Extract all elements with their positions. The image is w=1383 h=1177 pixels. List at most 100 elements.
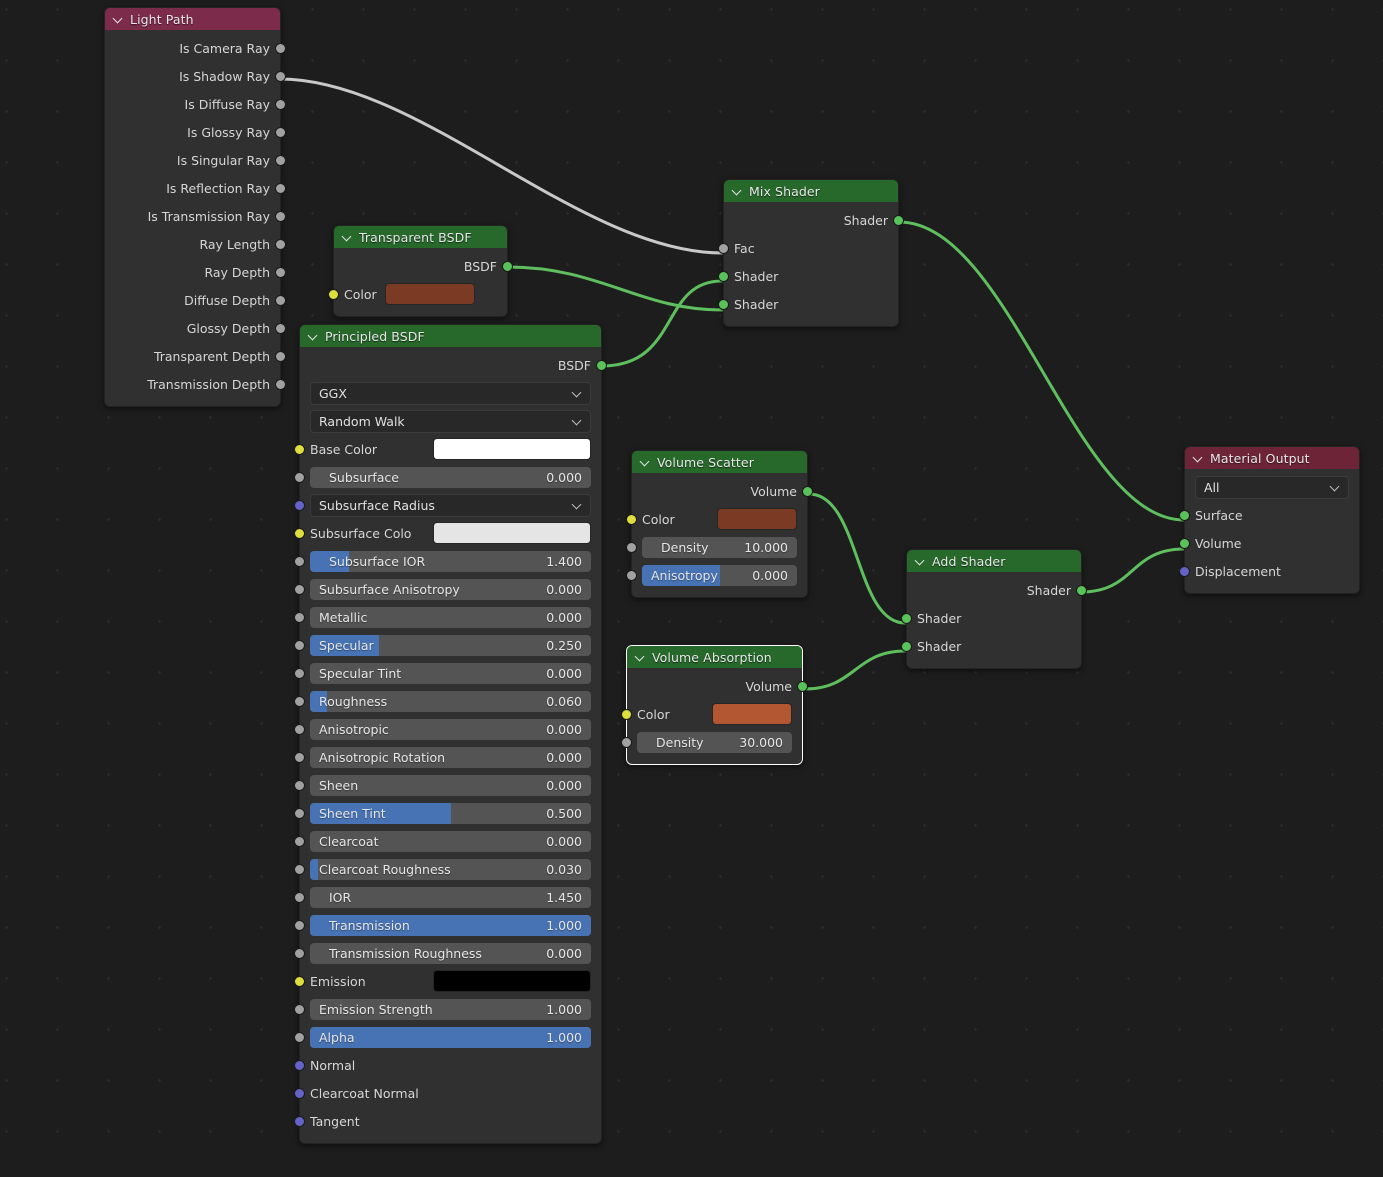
ggx-dropdown[interactable]: GGX (310, 381, 591, 405)
socket-input[interactable] (294, 583, 305, 595)
socket-bsdf-output[interactable] (502, 260, 513, 272)
node-transparent-bsdf[interactable]: Transparent BSDF BSDF Color (328, 225, 513, 317)
socket-input[interactable] (294, 611, 305, 623)
socket-input[interactable] (294, 667, 305, 679)
metallic-slider[interactable]: Metallic 0.000 (310, 606, 591, 628)
socket-input[interactable] (294, 639, 305, 651)
socket-input[interactable] (294, 723, 305, 735)
ior-slider[interactable]: IOR 1.450 (310, 886, 591, 908)
socket-input[interactable] (1179, 509, 1190, 521)
socket-input[interactable] (294, 499, 305, 511)
socket-input[interactable] (294, 1003, 305, 1015)
node-header-add-shader[interactable]: Add Shader (907, 550, 1081, 572)
chevron-down-icon[interactable] (308, 329, 320, 341)
socket-input[interactable] (294, 527, 305, 539)
socket-volume-output[interactable] (797, 680, 808, 692)
subsurface-slider[interactable]: Subsurface 0.000 (310, 466, 591, 488)
socket-density-input[interactable] (626, 541, 637, 553)
socket-output[interactable] (275, 266, 286, 278)
color-swatch[interactable] (717, 508, 797, 530)
anisotropy-slider[interactable]: Anisotropy 0.000 (642, 564, 797, 586)
density-slider[interactable]: Density 10.000 (642, 536, 797, 558)
node-header-principled-bsdf[interactable]: Principled BSDF (300, 325, 601, 347)
anisotropic-slider[interactable]: Anisotropic 0.000 (310, 718, 591, 740)
random-walk-dropdown[interactable]: Random Walk (310, 409, 591, 433)
node-material-output[interactable]: Material Output All Surface Volume Displac… (1179, 446, 1360, 594)
socket-output[interactable] (275, 378, 286, 390)
socket-input[interactable] (294, 835, 305, 847)
socket-output[interactable] (275, 42, 286, 54)
socket-input[interactable] (294, 891, 305, 903)
node-header-light-path[interactable]: Light Path (105, 8, 280, 30)
socket-input[interactable] (294, 1115, 305, 1127)
socket-input[interactable] (294, 555, 305, 567)
subsurface-ior-slider[interactable]: Subsurface IOR 1.400 (310, 550, 591, 572)
color-swatch[interactable] (712, 703, 792, 725)
specular-slider[interactable]: Specular 0.250 (310, 634, 591, 656)
socket-input[interactable] (294, 695, 305, 707)
roughness-slider[interactable]: Roughness 0.060 (310, 690, 591, 712)
node-add-shader[interactable]: Add Shader Shader Shader Shader (901, 549, 1087, 669)
target-dropdown[interactable]: All (1195, 475, 1349, 499)
node-header-material-output[interactable]: Material Output (1185, 447, 1359, 469)
chevron-down-icon[interactable] (342, 230, 354, 242)
chevron-down-icon[interactable] (1193, 451, 1205, 463)
emission-strength-slider[interactable]: Emission Strength 1.000 (310, 998, 591, 1020)
node-light-path[interactable]: Light Path Is Camera Ray Is Shadow Ray Is … (104, 7, 286, 407)
node-header-transparent-bsdf[interactable]: Transparent BSDF (334, 226, 507, 248)
socket-input[interactable] (901, 612, 912, 624)
density-slider[interactable]: Density 30.000 (637, 731, 792, 753)
node-header-volume-absorption[interactable]: Volume Absorption (627, 646, 802, 668)
clearcoat-slider[interactable]: Clearcoat 0.000 (310, 830, 591, 852)
sheen-slider[interactable]: Sheen 0.000 (310, 774, 591, 796)
color-swatch[interactable] (433, 522, 591, 544)
socket-input[interactable] (294, 1031, 305, 1043)
socket-input[interactable] (294, 919, 305, 931)
specular-tint-slider[interactable]: Specular Tint 0.000 (310, 662, 591, 684)
chevron-down-icon[interactable] (635, 650, 647, 662)
socket-input[interactable] (294, 807, 305, 819)
socket-output[interactable] (1076, 584, 1087, 596)
socket-color-input[interactable] (626, 513, 637, 525)
node-volume-scatter[interactable]: Volume Scatter Volume Color Density 10.0… (626, 450, 813, 598)
socket-output[interactable] (275, 238, 286, 250)
subsurface-radius-dropdown[interactable]: Subsurface Radius (310, 493, 591, 517)
socket-color-input[interactable] (328, 288, 339, 300)
color-swatch[interactable] (433, 438, 591, 460)
chevron-down-icon[interactable] (640, 455, 652, 467)
socket-output[interactable] (893, 214, 904, 226)
chevron-down-icon[interactable] (113, 12, 125, 24)
socket-output[interactable] (275, 70, 286, 82)
node-header-mix-shader[interactable]: Mix Shader (724, 180, 898, 202)
alpha-slider[interactable]: Alpha 1.000 (310, 1026, 591, 1048)
socket-output[interactable] (275, 294, 286, 306)
node-header-volume-scatter[interactable]: Volume Scatter (632, 451, 807, 473)
socket-volume-output[interactable] (802, 485, 813, 497)
socket-output[interactable] (275, 350, 286, 362)
node-mix-shader[interactable]: Mix Shader Shader Fac Shader Shader (718, 179, 904, 327)
shader-node-editor[interactable]: Light Path Is Camera Ray Is Shadow Ray Is … (0, 0, 1383, 1177)
socket-output[interactable] (275, 98, 286, 110)
socket-input[interactable] (901, 640, 912, 652)
socket-output[interactable] (275, 210, 286, 222)
socket-density-input[interactable] (621, 736, 632, 748)
socket-output[interactable] (275, 322, 286, 334)
socket-input[interactable] (294, 779, 305, 791)
socket-input[interactable] (294, 1059, 305, 1071)
socket-input[interactable] (294, 1087, 305, 1099)
socket-anisotropy-input[interactable] (626, 569, 637, 581)
socket-input[interactable] (294, 471, 305, 483)
socket-output[interactable] (275, 126, 286, 138)
node-volume-absorption[interactable]: Volume Absorption Volume Color Density 3… (621, 645, 808, 765)
socket-output[interactable] (596, 359, 607, 371)
socket-output[interactable] (275, 182, 286, 194)
color-swatch[interactable] (433, 970, 591, 992)
socket-input[interactable] (294, 975, 305, 987)
socket-input[interactable] (294, 443, 305, 455)
socket-input[interactable] (1179, 565, 1190, 577)
transmission-roughness-slider[interactable]: Transmission Roughness 0.000 (310, 942, 591, 964)
socket-color-input[interactable] (621, 708, 632, 720)
color-swatch[interactable] (384, 283, 475, 305)
socket-input[interactable] (718, 242, 729, 254)
socket-input[interactable] (294, 751, 305, 763)
